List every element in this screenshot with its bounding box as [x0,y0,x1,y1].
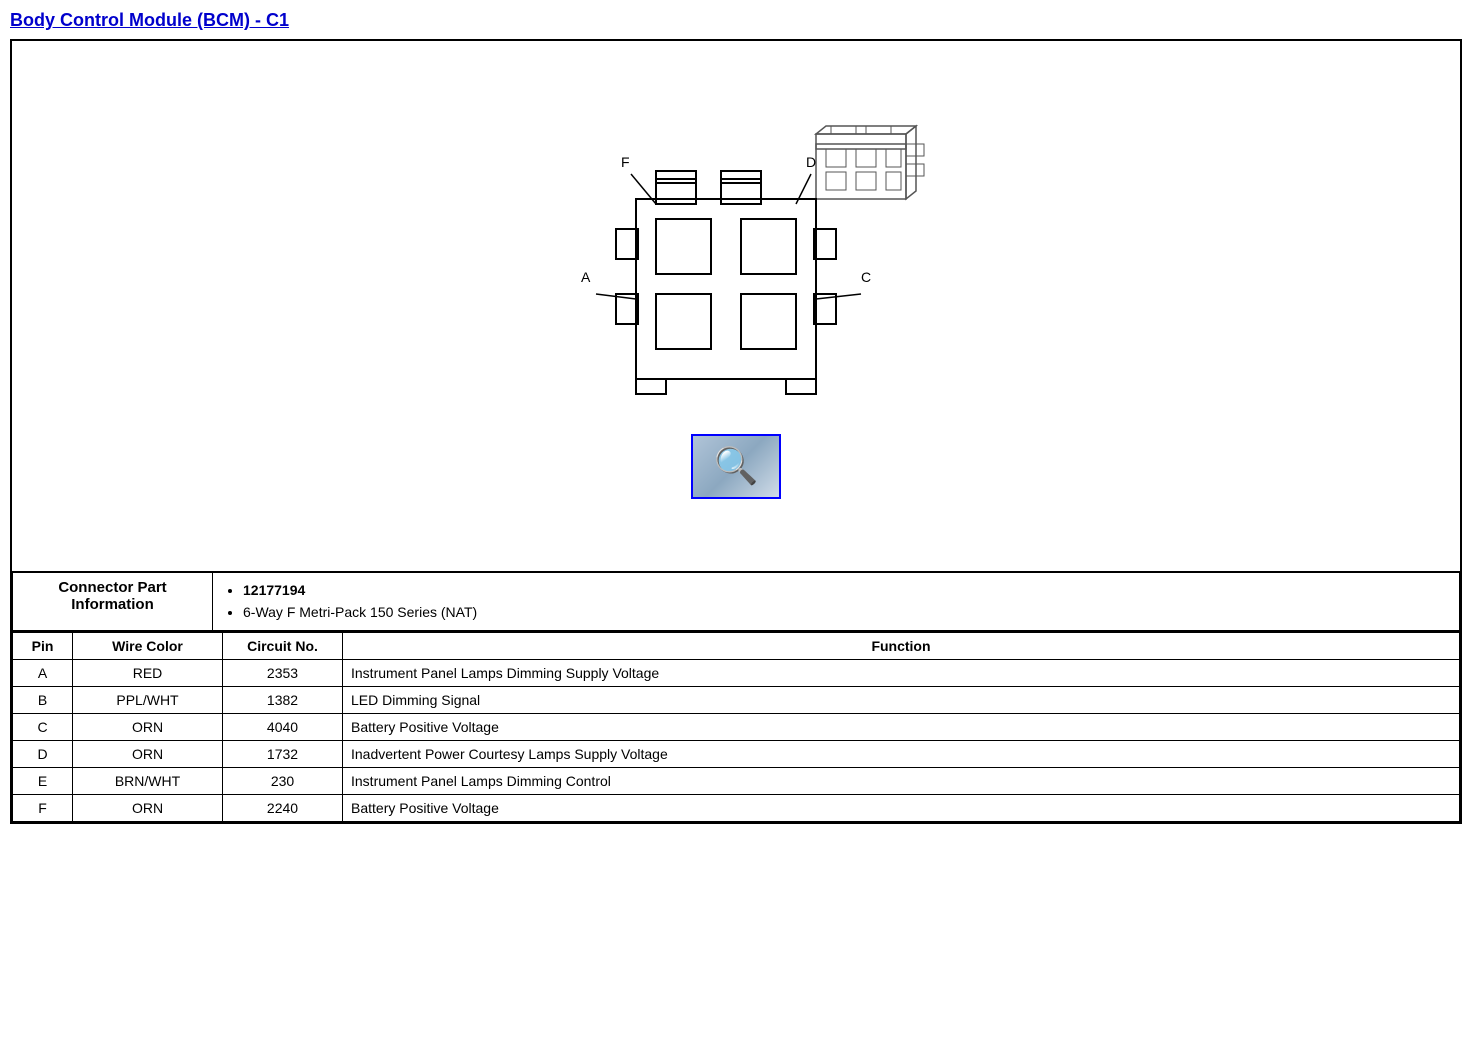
diagram-area: F D A C [12,41,1460,571]
circuit-no-cell: 2240 [223,794,343,821]
circuit-no-cell: 1732 [223,740,343,767]
function-cell: Inadvertent Power Courtesy Lamps Supply … [343,740,1460,767]
function-cell: Instrument Panel Lamps Dimming Supply Vo… [343,659,1460,686]
pin-header: Pin [13,632,73,660]
circuit-no-cell: 4040 [223,713,343,740]
function-cell: LED Dimming Signal [343,686,1460,713]
connector-svg [476,94,996,424]
magnify-icon: 🔍 [714,445,759,487]
circuit-no-cell: 2353 [223,659,343,686]
table-row: EBRN/WHT230Instrument Panel Lamps Dimmin… [13,767,1460,794]
table-row: CORN4040Battery Positive Voltage [13,713,1460,740]
table-row: FORN2240Battery Positive Voltage [13,794,1460,821]
label-d: D [806,154,816,170]
table-row: BPPL/WHT1382LED Dimming Signal [13,686,1460,713]
page-title: Body Control Module (BCM) - C1 [10,10,1462,31]
pin-cell: E [13,767,73,794]
pin-cell: C [13,713,73,740]
label-c: C [861,269,871,285]
wire-color-cell: ORN [73,713,223,740]
wire-color-header: Wire Color [73,632,223,660]
wire-color-cell: ORN [73,794,223,821]
function-cell: Battery Positive Voltage [343,794,1460,821]
pin-cell: A [13,659,73,686]
label-a: A [581,269,590,285]
info-table: Connector Part Information 12177194 6-Wa… [12,571,1460,631]
circuit-no-cell: 1382 [223,686,343,713]
pin-cell: D [13,740,73,767]
table-row: DORN1732Inadvertent Power Courtesy Lamps… [13,740,1460,767]
connector-part-info: 12177194 6-Way F Metri-Pack 150 Series (… [213,572,1460,630]
circuit-no-cell: 230 [223,767,343,794]
pin-cell: B [13,686,73,713]
pin-table-header-row: Pin Wire Color Circuit No. Function [13,632,1460,660]
outer-border: F D A C [10,39,1462,824]
table-row: ARED2353Instrument Panel Lamps Dimming S… [13,659,1460,686]
wire-color-cell: BRN/WHT [73,767,223,794]
function-header: Function [343,632,1460,660]
function-cell: Instrument Panel Lamps Dimming Control [343,767,1460,794]
wire-color-cell: ORN [73,740,223,767]
part-description: 6-Way F Metri-Pack 150 Series (NAT) [243,601,1449,623]
label-f: F [621,154,630,170]
wire-color-cell: PPL/WHT [73,686,223,713]
function-cell: Battery Positive Voltage [343,713,1460,740]
pin-cell: F [13,794,73,821]
magnify-button[interactable]: 🔍 [691,434,781,499]
part-number: 12177194 [243,582,305,598]
pin-table: Pin Wire Color Circuit No. Function ARED… [12,631,1460,822]
connector-part-header: Connector Part Information [13,572,213,630]
circuit-no-header: Circuit No. [223,632,343,660]
connector-part-row: Connector Part Information 12177194 6-Wa… [13,572,1460,630]
connector-diagram-wrapper: F D A C [476,94,996,424]
wire-color-cell: RED [73,659,223,686]
